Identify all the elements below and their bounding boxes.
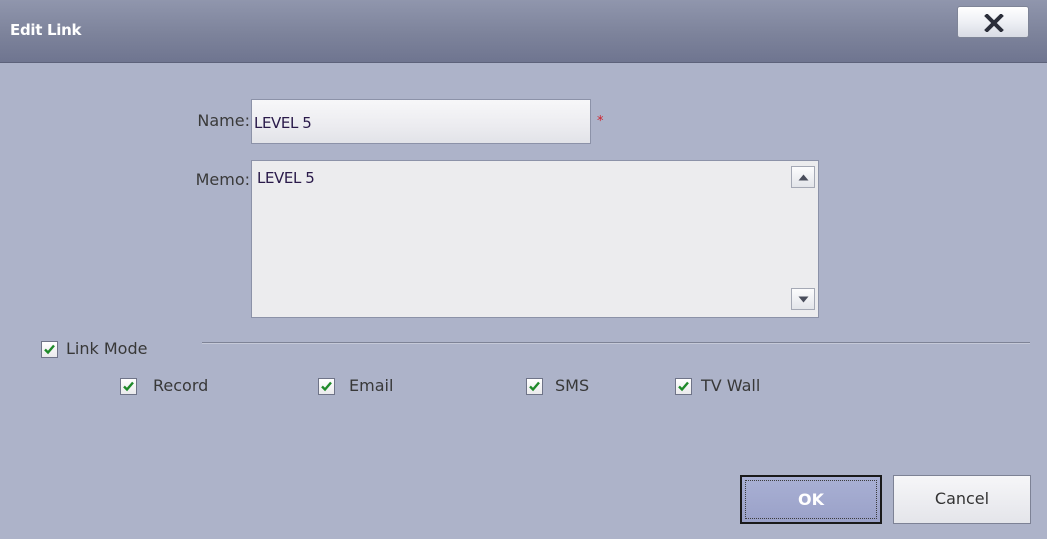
scroll-down-button[interactable] — [791, 288, 815, 310]
checkmark-icon — [529, 381, 540, 392]
close-button[interactable] — [957, 6, 1029, 38]
email-label[interactable]: Email — [349, 376, 393, 395]
sms-checkbox[interactable] — [526, 378, 543, 395]
link-mode-label[interactable]: Link Mode — [66, 339, 147, 358]
scroll-up-icon — [798, 174, 809, 181]
checkmark-icon — [678, 381, 689, 392]
link-mode-checkbox[interactable] — [41, 341, 58, 358]
group-divider — [202, 342, 1030, 344]
name-input[interactable]: LEVEL 5 — [251, 99, 591, 144]
required-marker: * — [597, 114, 604, 129]
ok-button[interactable]: OK — [740, 475, 882, 524]
cancel-button[interactable]: Cancel — [893, 475, 1031, 524]
dialog-title: Edit Link — [10, 21, 82, 39]
tv-wall-label[interactable]: TV Wall — [701, 376, 760, 395]
tv-wall-checkbox[interactable] — [675, 378, 692, 395]
checkmark-icon — [321, 381, 332, 392]
scroll-down-icon — [798, 296, 809, 303]
name-label: Name: — [197, 111, 250, 130]
checkmark-icon — [123, 381, 134, 392]
cancel-button-label: Cancel — [934, 489, 990, 508]
record-checkbox[interactable] — [120, 378, 137, 395]
edit-link-dialog: Edit Link Name: LEVEL 5 * Memo: LEVEL 5 … — [0, 0, 1047, 539]
checkmark-icon — [44, 344, 55, 355]
record-label[interactable]: Record — [153, 376, 208, 395]
memo-label: Memo: — [195, 170, 250, 189]
sms-label[interactable]: SMS — [555, 376, 589, 395]
title-bar: Edit Link — [0, 0, 1047, 63]
focus-ring — [745, 480, 877, 519]
scroll-up-button[interactable] — [791, 166, 815, 188]
memo-text: LEVEL 5 — [257, 169, 315, 187]
email-checkbox[interactable] — [318, 378, 335, 395]
close-x-icon — [984, 14, 1004, 32]
memo-textarea[interactable]: LEVEL 5 — [251, 160, 819, 318]
